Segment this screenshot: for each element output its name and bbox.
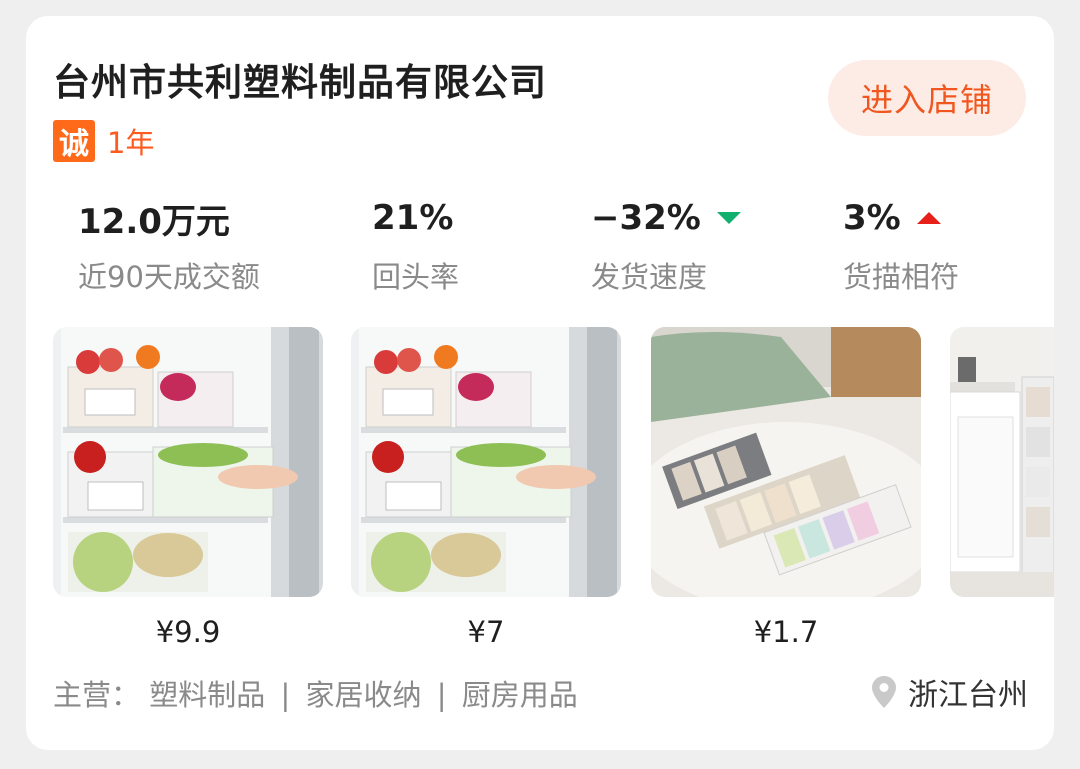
stat-value: 12.0万元 — [78, 201, 230, 242]
shop-name[interactable]: 台州市共利塑料制品有限公司 — [53, 52, 547, 106]
trend-down-icon — [716, 212, 741, 224]
product-image[interactable] — [351, 327, 621, 597]
stat-sales-90d: 12.0万元 近90天成交额 — [78, 196, 260, 296]
stat-label: 近90天成交额 — [78, 260, 260, 294]
stat-label: 回头率 — [372, 260, 460, 294]
category-item: 塑料制品 — [149, 678, 266, 712]
category-separator: | — [436, 678, 447, 712]
product-price: ¥9.9 — [155, 615, 221, 649]
stat-repurchase-rate: 21% 回头率 — [372, 196, 459, 296]
stat-shipping-speed: −32% 发货速度 — [591, 196, 741, 296]
product-card[interactable]: ¥9.9 — [53, 327, 323, 649]
stat-value: −32% — [591, 198, 701, 238]
enter-shop-button[interactable]: 进入店铺 — [828, 60, 1026, 136]
product-image-partial[interactable] — [950, 327, 1054, 597]
product-card[interactable]: ¥1.7 — [651, 327, 921, 649]
main-business: 主营： 塑料制品 | 家居收纳 | 厨房用品 — [53, 672, 578, 714]
integrity-badge-icon: 诚 — [53, 120, 95, 162]
stat-value: 3% — [843, 198, 901, 238]
trend-up-icon — [916, 212, 941, 224]
product-price: ¥1.7 — [753, 615, 819, 649]
main-business-label: 主营： — [53, 678, 141, 712]
product-card[interactable]: ¥7 — [351, 327, 621, 649]
map-pin-icon — [872, 676, 896, 708]
location-text: 浙江台州 — [908, 678, 1028, 713]
shop-card[interactable]: 台州市共利塑料制品有限公司 诚 1年 进入店铺 12.0万元 近90天成交额 2… — [26, 16, 1054, 750]
shop-badge-row: 诚 1年 — [53, 120, 154, 162]
shop-location: 浙江台州 — [872, 670, 1028, 714]
product-image[interactable] — [651, 327, 921, 597]
product-image[interactable] — [53, 327, 323, 597]
stat-description-match: 3% 货描相符 — [843, 196, 959, 296]
membership-years: 1年 — [107, 126, 155, 160]
category-separator: | — [280, 678, 291, 712]
product-price: ¥7 — [467, 615, 505, 649]
category-item: 厨房用品 — [461, 678, 578, 712]
stat-label: 发货速度 — [591, 260, 708, 294]
stat-value: 21% — [372, 198, 454, 238]
category-item: 家居收纳 — [305, 678, 422, 712]
stat-label: 货描相符 — [843, 260, 960, 294]
